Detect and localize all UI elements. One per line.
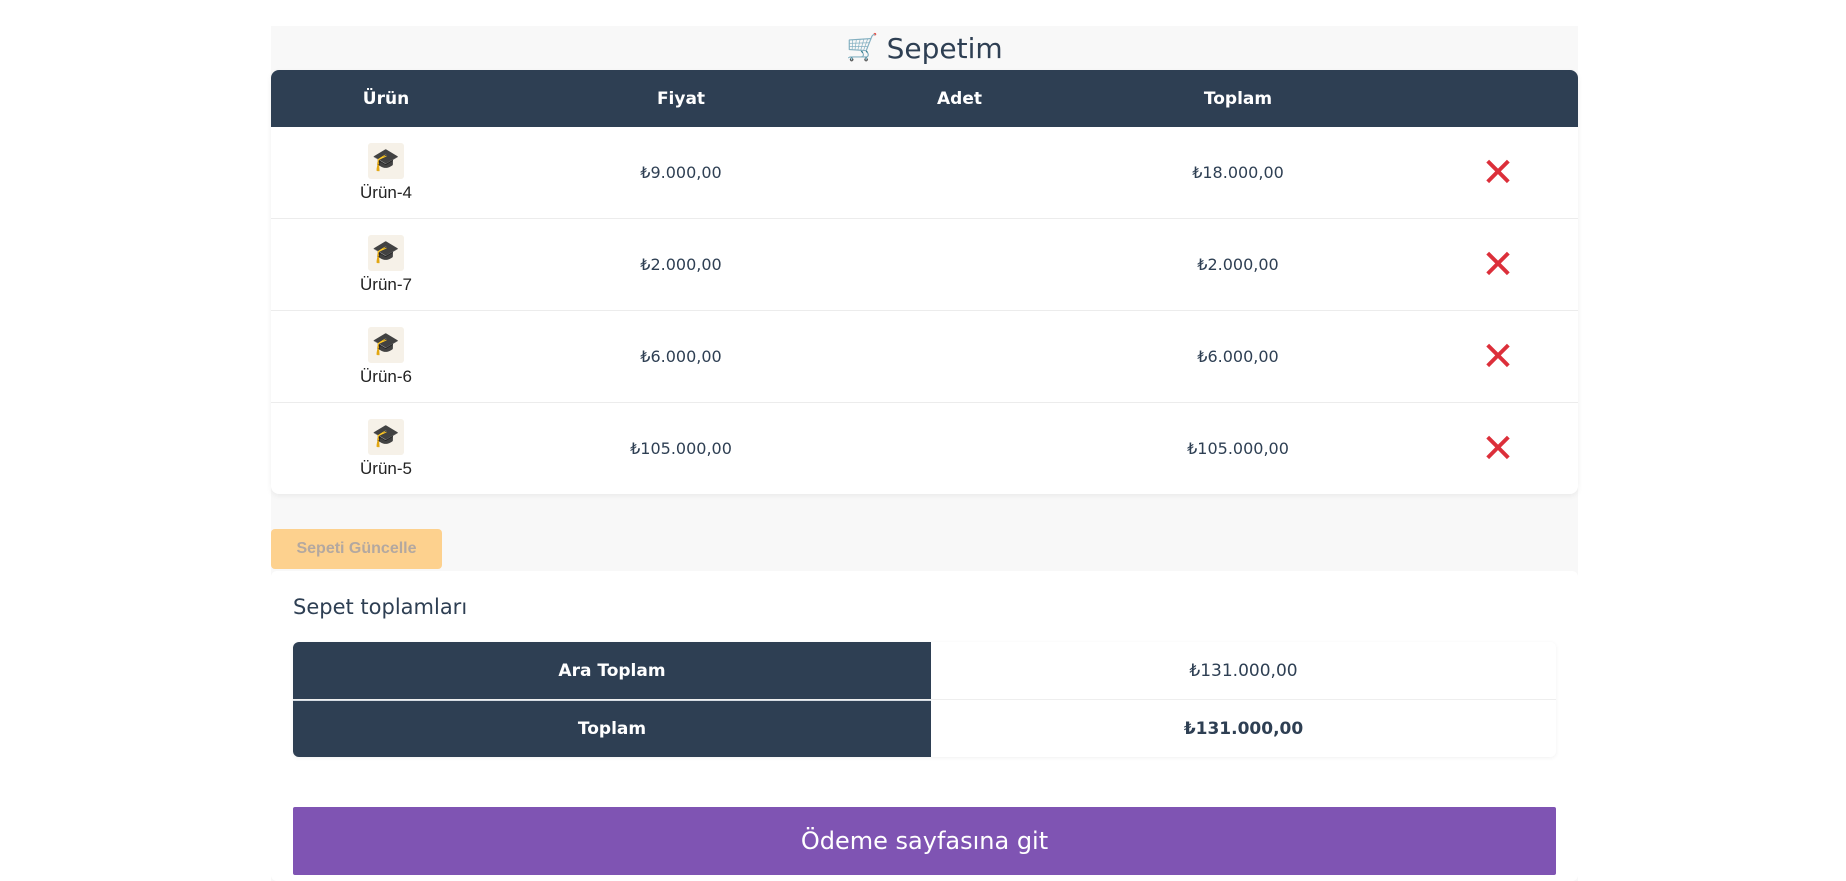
- graduation-cap-icon[interactable]: 🎓: [368, 418, 404, 455]
- subtotal-value: ₺131.000,00: [931, 642, 1556, 699]
- update-cart-button[interactable]: Sepeti Güncelle: [271, 529, 442, 569]
- table-row: 🎓 Ürün-5 ₺105.000,00 ₺105.000,00 ✕: [271, 403, 1578, 494]
- product-name[interactable]: Ürün-4: [360, 183, 412, 203]
- page-title-text: Sepetim: [886, 31, 1003, 65]
- graduation-cap-icon[interactable]: 🎓: [368, 326, 404, 363]
- table-row: 🎓 Ürün-6 ₺6.000,00 ₺6.000,00 ✕: [271, 311, 1578, 403]
- total-row: Toplam ₺131.000,00: [293, 700, 1556, 757]
- page-title: 🛒 Sepetim: [271, 26, 1578, 70]
- product-total: ₺2.000,00: [1197, 255, 1279, 274]
- column-header-price: Fiyat: [656, 88, 706, 109]
- cart-totals-table: Ara Toplam ₺131.000,00 Toplam ₺131.000,0…: [293, 642, 1556, 757]
- column-header-product: Ürün: [362, 88, 410, 109]
- shopping-cart-icon: 🛒: [846, 33, 879, 63]
- checkout-button[interactable]: Ödeme sayfasına git: [293, 807, 1556, 875]
- cart-totals-title: Sepet toplamları: [293, 595, 468, 619]
- close-icon[interactable]: ✕: [1481, 150, 1515, 196]
- cart-page: 🛒 Sepetim Ürün Fiyat Adet Toplam 🎓 Ürün-…: [271, 26, 1578, 881]
- total-value: ₺131.000,00: [931, 700, 1556, 757]
- cart-table-header: Ürün Fiyat Adet Toplam: [271, 70, 1578, 127]
- close-icon[interactable]: ✕: [1481, 242, 1515, 288]
- product-name[interactable]: Ürün-7: [360, 275, 412, 295]
- cart-table: Ürün Fiyat Adet Toplam 🎓 Ürün-4 ₺9.000,0…: [271, 70, 1578, 494]
- subtotal-row: Ara Toplam ₺131.000,00: [293, 642, 1556, 700]
- close-icon[interactable]: ✕: [1481, 426, 1515, 472]
- product-cell: 🎓 Ürün-7: [271, 234, 501, 295]
- product-total: ₺6.000,00: [1197, 347, 1279, 366]
- product-name[interactable]: Ürün-5: [360, 459, 412, 479]
- product-total: ₺105.000,00: [1187, 439, 1289, 458]
- subtotal-label: Ara Toplam: [293, 642, 931, 699]
- product-price: ₺2.000,00: [640, 255, 722, 274]
- graduation-cap-icon[interactable]: 🎓: [368, 142, 404, 179]
- column-header-quantity: Adet: [937, 88, 982, 109]
- table-row: 🎓 Ürün-7 ₺2.000,00 ₺2.000,00 ✕: [271, 219, 1578, 311]
- product-name[interactable]: Ürün-6: [360, 367, 412, 387]
- product-cell: 🎓 Ürün-5: [271, 418, 501, 479]
- product-price: ₺6.000,00: [640, 347, 722, 366]
- column-header-total: Toplam: [1203, 88, 1273, 109]
- product-cell: 🎓 Ürün-6: [271, 326, 501, 387]
- close-icon[interactable]: ✕: [1481, 334, 1515, 380]
- product-total: ₺18.000,00: [1192, 163, 1284, 182]
- total-label: Toplam: [293, 700, 931, 757]
- graduation-cap-icon[interactable]: 🎓: [368, 234, 404, 271]
- table-row: 🎓 Ürün-4 ₺9.000,00 ₺18.000,00 ✕: [271, 127, 1578, 219]
- product-price: ₺105.000,00: [630, 439, 732, 458]
- product-cell: 🎓 Ürün-4: [271, 142, 501, 203]
- product-price: ₺9.000,00: [640, 163, 722, 182]
- cart-totals-card: Sepet toplamları Ara Toplam ₺131.000,00 …: [271, 571, 1578, 881]
